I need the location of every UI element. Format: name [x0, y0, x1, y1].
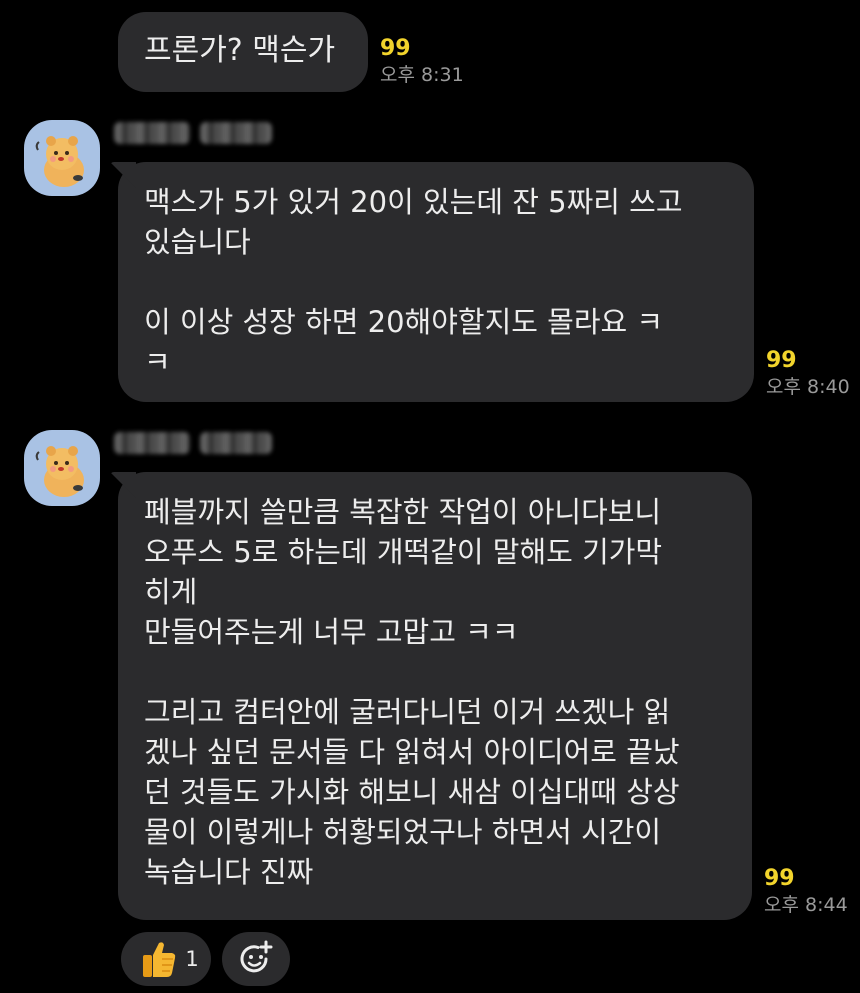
avatar[interactable]: [24, 120, 100, 196]
bear-character-icon: [35, 136, 84, 187]
unread-count: 99: [380, 36, 411, 61]
message-bubble[interactable]: 프론가? 맥슨가: [118, 12, 368, 92]
sender-name-blurred: [114, 432, 272, 456]
thumbs-up-icon: [143, 942, 176, 977]
message-meta: 99 오후 8:31: [380, 36, 464, 88]
message-meta: 99 오후 8:44: [764, 866, 848, 918]
thumbs-up-reaction-button[interactable]: 1: [121, 932, 211, 986]
message-bubble[interactable]: 맥스가 5가 있거 20이 있는데 잔 5짜리 쓰고 있습니다 이 이상 성장 …: [118, 162, 754, 402]
unread-count: 99: [764, 866, 795, 891]
avatar[interactable]: [24, 430, 100, 506]
sender-name-blurred: [114, 122, 272, 146]
add-reaction-button[interactable]: [222, 932, 290, 986]
message-time: 오후 8:44: [764, 894, 848, 916]
message-meta: 99 오후 8:40: [766, 348, 850, 400]
unread-count: 99: [766, 348, 797, 373]
like-count: 1: [185, 947, 199, 971]
message-bubble[interactable]: 페블까지 쓸만큼 복잡한 작업이 아니다보니 오푸스 5로 하는데 개떡같이 말…: [118, 472, 752, 920]
message-time: 오후 8:31: [380, 64, 464, 86]
message-time: 오후 8:40: [766, 376, 850, 398]
add-emoji-icon: [240, 940, 273, 973]
bear-character-icon: [35, 446, 84, 497]
